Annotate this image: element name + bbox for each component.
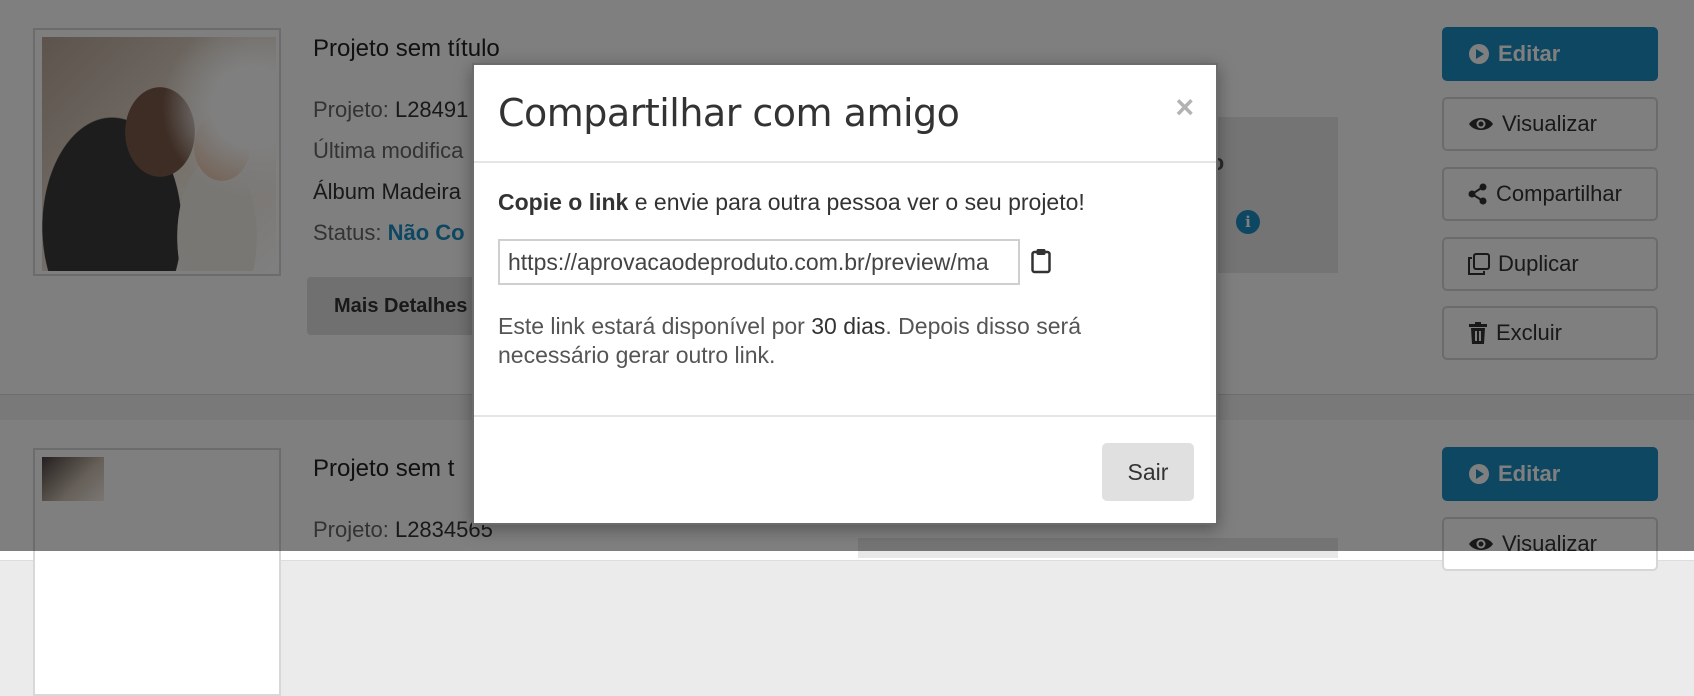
instructions-text: e envie para outra pessoa ver o seu proj… bbox=[628, 189, 1085, 215]
close-icon[interactable]: × bbox=[1175, 91, 1194, 123]
modal-header: Compartilhar com amigo × bbox=[474, 65, 1216, 163]
footer-divider bbox=[474, 415, 1216, 417]
note-days: 30 dias bbox=[811, 313, 886, 339]
share-modal: Compartilhar com amigo × Copie o link e … bbox=[472, 63, 1218, 525]
share-link-field[interactable]: https://aprovacaodeproduto.com.br/previe… bbox=[498, 239, 1020, 285]
instructions-bold: Copie o link bbox=[498, 189, 629, 215]
link-expiry-note: Este link estará disponível por 30 dias.… bbox=[498, 312, 1138, 370]
share-instructions: Copie o link e envie para outra pessoa v… bbox=[498, 189, 1085, 216]
note-text-1: Este link estará disponível por bbox=[498, 313, 812, 339]
modal-title: Compartilhar com amigo bbox=[498, 91, 960, 135]
clipboard-icon[interactable] bbox=[1031, 248, 1051, 274]
exit-button[interactable]: Sair bbox=[1102, 443, 1194, 501]
